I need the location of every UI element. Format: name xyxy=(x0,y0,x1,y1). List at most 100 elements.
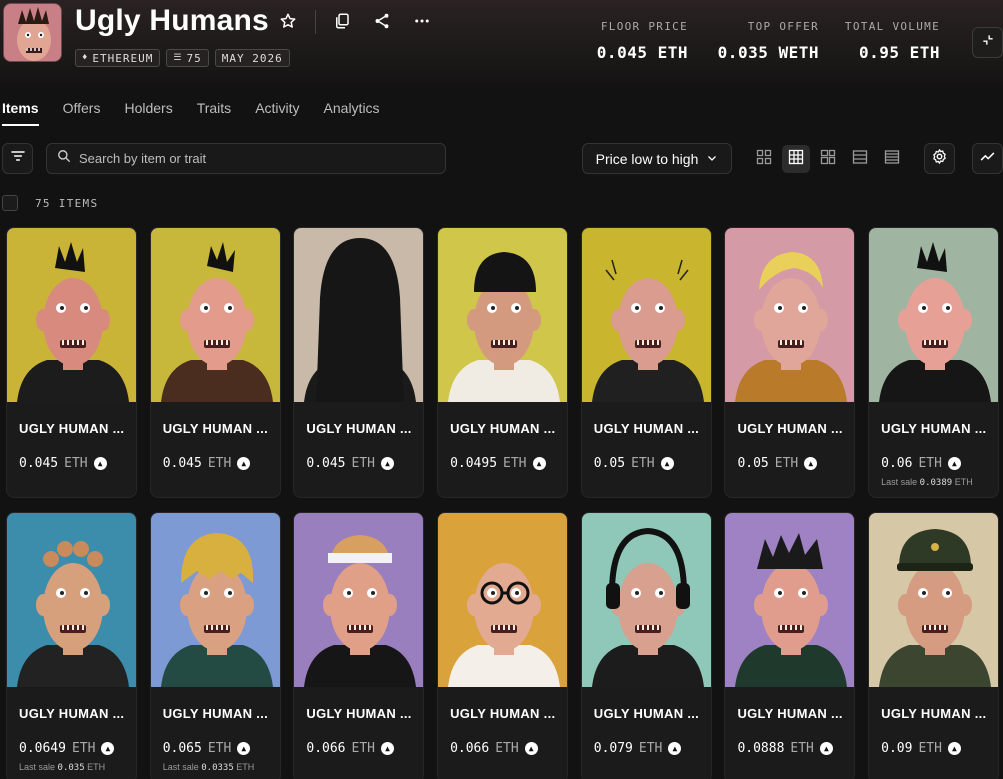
nft-artwork xyxy=(438,513,568,687)
sweep-icon[interactable]: ▲ xyxy=(237,457,251,470)
view-grid-small-button[interactable] xyxy=(750,145,778,173)
nft-card[interactable]: UGLY HUMAN ... 0.045 ETH ▲ xyxy=(293,227,425,498)
search-field[interactable] xyxy=(46,143,446,174)
nft-price: 0.066 ETH ▲ xyxy=(306,741,394,756)
collapse-button[interactable] xyxy=(972,27,1003,58)
sweep-icon[interactable]: ▲ xyxy=(947,457,961,470)
settings-button[interactable] xyxy=(924,143,955,174)
collection-header: Ugly Humans ♦ ETHEREUM ☰ 75 MAY 2026 FLO… xyxy=(0,0,1003,88)
price-value: 0.045 xyxy=(162,456,202,471)
nft-card[interactable]: UGLY HUMAN ... 0.066 ETH ▲ xyxy=(293,512,425,779)
sweep-icon[interactable]: ▲ xyxy=(947,742,961,755)
collection-title: Ugly Humans xyxy=(75,4,269,37)
sweep-icon[interactable]: ▲ xyxy=(381,742,394,755)
view-table-button[interactable] xyxy=(878,145,906,173)
nft-card[interactable]: UGLY HUMAN ... 0.066 ETH ▲ xyxy=(437,512,569,779)
nft-price: 0.05 ETH ▲ xyxy=(737,456,818,471)
price-currency: ETH xyxy=(351,456,375,471)
sweep-icon[interactable]: ▲ xyxy=(804,457,818,470)
nft-price: 0.09 ETH ▲ xyxy=(881,741,961,756)
date-chip: MAY 2026 xyxy=(214,49,290,67)
nft-card[interactable]: UGLY HUMAN ... 0.065 ETH ▲ Last sale 0.0335 … xyxy=(149,512,281,779)
nft-card[interactable]: UGLY HUMAN ... 0.0888 ETH ▲ xyxy=(724,512,856,779)
nft-card[interactable]: UGLY HUMAN ... 0.09 ETH ▲ xyxy=(868,512,1000,779)
nft-artwork xyxy=(581,228,711,402)
nft-artwork xyxy=(294,513,424,687)
sweep-icon[interactable]: ▲ xyxy=(524,742,538,755)
price-currency: ETH xyxy=(631,456,655,471)
nft-name: UGLY HUMAN ... xyxy=(737,421,843,436)
price-currency: ETH xyxy=(207,741,232,756)
nft-name: UGLY HUMAN ... xyxy=(19,421,125,436)
nft-price: 0.066 ETH ▲ xyxy=(450,741,538,756)
nft-name: UGLY HUMAN ... xyxy=(881,421,987,436)
price-value: 0.045 xyxy=(19,456,59,471)
tab-activity[interactable]: Activity xyxy=(255,100,299,126)
price-currency: ETH xyxy=(790,741,814,756)
tab-offers[interactable]: Offers xyxy=(63,100,101,126)
view-grid-button[interactable] xyxy=(782,145,810,173)
sweep-icon[interactable]: ▲ xyxy=(819,742,833,755)
share-icon[interactable] xyxy=(371,10,393,32)
sweep-icon[interactable]: ▲ xyxy=(668,742,682,755)
sweep-icon[interactable]: ▲ xyxy=(101,742,115,755)
copy-icon[interactable] xyxy=(331,10,353,32)
nft-card[interactable]: UGLY HUMAN ... 0.079 ETH ▲ xyxy=(580,512,712,779)
nft-artwork xyxy=(869,228,999,402)
nft-card[interactable]: UGLY HUMAN ... 0.045 ETH ▲ xyxy=(6,227,137,498)
nft-name: UGLY HUMAN ... xyxy=(306,706,412,721)
nft-price: 0.0888 ETH ▲ xyxy=(737,741,833,756)
nft-name: UGLY HUMAN ... xyxy=(306,421,412,436)
mosaic-icon xyxy=(820,149,836,170)
tab-items[interactable]: Items xyxy=(2,100,39,126)
nft-card[interactable]: UGLY HUMAN ... 0.06 ETH ▲ Last sale 0.0389 E… xyxy=(868,227,1000,498)
view-list-button[interactable] xyxy=(846,145,874,173)
tab-traits[interactable]: Traits xyxy=(197,100,231,126)
sort-dropdown[interactable]: Price low to high xyxy=(582,143,732,174)
price-currency: ETH xyxy=(495,741,519,756)
nft-price: 0.06 ETH ▲ xyxy=(881,456,961,471)
table-icon xyxy=(884,149,900,170)
collection-chips: ♦ ETHEREUM ☰ 75 MAY 2026 xyxy=(75,49,290,67)
nft-card[interactable]: UGLY HUMAN ... 0.0649 ETH ▲ Last sale 0.035 … xyxy=(6,512,137,779)
nft-name: UGLY HUMAN ... xyxy=(450,706,556,721)
nft-name: UGLY HUMAN ... xyxy=(162,421,269,436)
price-value: 0.0649 xyxy=(19,741,66,756)
search-icon xyxy=(57,149,71,168)
sweep-icon[interactable]: ▲ xyxy=(532,457,546,470)
last-sale: Last sale 0.0335 ETH xyxy=(162,762,255,773)
view-mosaic-button[interactable] xyxy=(814,145,842,173)
collapse-icon xyxy=(981,33,995,52)
nft-card[interactable]: UGLY HUMAN ... 0.045 ETH ▲ xyxy=(149,227,281,498)
list-icon xyxy=(852,149,868,170)
sweep-icon[interactable]: ▲ xyxy=(381,457,394,470)
price-currency: ETH xyxy=(918,741,942,756)
nft-artwork xyxy=(150,513,280,687)
nft-price: 0.079 ETH ▲ xyxy=(594,741,682,756)
chevron-down-icon xyxy=(706,151,718,167)
price-value: 0.079 xyxy=(593,741,633,756)
star-icon[interactable] xyxy=(277,10,299,32)
more-icon[interactable] xyxy=(411,10,433,32)
sweep-icon[interactable]: ▲ xyxy=(93,457,107,470)
nft-artwork xyxy=(294,228,424,402)
sweep-icon[interactable]: ▲ xyxy=(660,457,674,470)
header-divider xyxy=(315,10,316,34)
nft-card[interactable]: UGLY HUMAN ... 0.0495 ETH ▲ xyxy=(437,227,569,498)
collection-avatar xyxy=(3,3,62,62)
filter-button[interactable] xyxy=(2,143,33,174)
nft-price: 0.045 ETH ▲ xyxy=(163,456,251,471)
nft-card[interactable]: UGLY HUMAN ... 0.05 ETH ▲ xyxy=(580,227,712,498)
tab-holders[interactable]: Holders xyxy=(124,100,172,126)
search-input[interactable] xyxy=(79,151,419,166)
select-all-checkbox[interactable] xyxy=(2,195,18,211)
tab-analytics[interactable]: Analytics xyxy=(324,100,380,126)
analytics-button[interactable] xyxy=(972,143,1003,174)
nft-artwork xyxy=(7,513,136,687)
price-currency: ETH xyxy=(638,741,663,756)
sweep-icon[interactable]: ▲ xyxy=(237,742,251,755)
items-summary: 75 ITEMS xyxy=(2,195,98,211)
grid-icon xyxy=(788,149,804,170)
nft-card[interactable]: UGLY HUMAN ... 0.05 ETH ▲ xyxy=(724,227,856,498)
nft-artwork xyxy=(581,513,711,687)
